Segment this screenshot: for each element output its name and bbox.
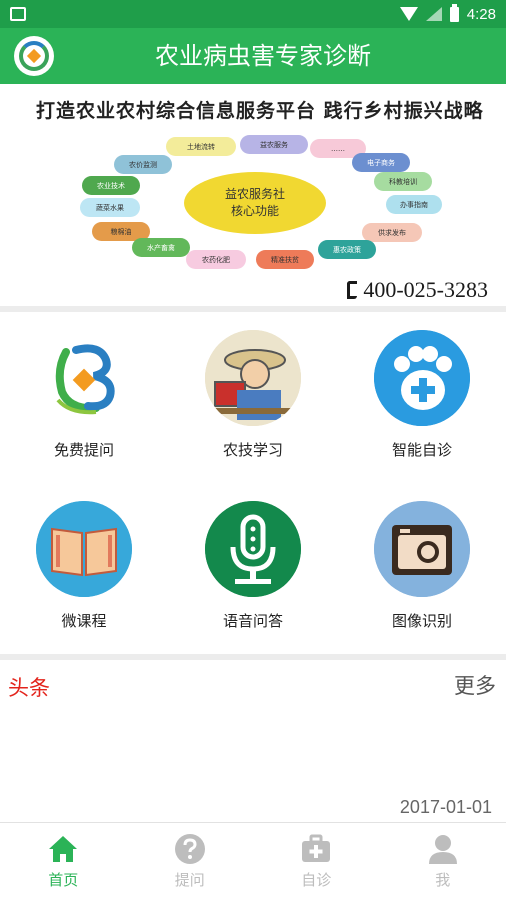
- service-pill: 惠农政策: [318, 240, 376, 259]
- grid-label: 图像识别: [391, 612, 452, 630]
- news-date: 2017-01-01: [399, 797, 492, 817]
- service-pill: 精准扶贫: [256, 250, 314, 269]
- tab-label: 我: [435, 871, 451, 889]
- tab-label: 提问: [174, 871, 205, 889]
- signal-icon: [425, 7, 442, 21]
- book-icon: [36, 501, 132, 597]
- news-section-title: 头条: [8, 676, 50, 700]
- hotline: 400-025-3283: [347, 277, 488, 303]
- tab-question[interactable]: 提问: [127, 823, 254, 900]
- microphone-icon: [205, 501, 301, 597]
- paw-plus-icon: [374, 330, 470, 426]
- farmer-icon: [205, 330, 301, 426]
- app-title: 农业病虫害专家诊断: [155, 42, 371, 70]
- tab-label: 自诊: [301, 871, 332, 889]
- image-notification-icon: [10, 7, 26, 21]
- camera-icon: [374, 501, 470, 597]
- grid-item-voice-qa[interactable]: 语音问答: [169, 483, 337, 654]
- grid-item-farm-learning[interactable]: 农技学习: [169, 312, 337, 483]
- service-pill: 科教培训: [374, 172, 432, 191]
- bottom-tab-bar: 首页 提问 自诊 我: [0, 822, 506, 900]
- app-logo-icon: [36, 330, 132, 426]
- grid-item-image-recognition[interactable]: 图像识别: [338, 483, 506, 654]
- grid-item-free-question[interactable]: 免费提问: [0, 312, 168, 483]
- app-bar: 农业病虫害专家诊断: [0, 28, 506, 84]
- tab-home[interactable]: 首页: [0, 823, 127, 900]
- grid-label: 语音问答: [222, 612, 283, 630]
- grid-label: 免费提问: [53, 441, 114, 459]
- tab-self-diagnosis[interactable]: 自诊: [253, 823, 380, 900]
- service-pill: 供求发布: [362, 223, 422, 242]
- service-pill: 水产畜禽: [132, 238, 190, 257]
- phone-icon: [347, 281, 358, 299]
- question-icon: [174, 833, 206, 865]
- status-bar: 4:28: [0, 0, 506, 28]
- news-more-link[interactable]: 更多: [454, 670, 496, 700]
- status-time: 4:28: [466, 5, 496, 23]
- service-pill: 农价监测: [114, 155, 172, 174]
- grid-item-self-diagnosis[interactable]: 智能自诊: [338, 312, 506, 483]
- banner-slogan: 打造农业农村综合信息服务平台 践行乡村振兴战略: [36, 100, 484, 122]
- hotline-number: 400-025-3283: [363, 277, 488, 302]
- grid-item-micro-course[interactable]: 微课程: [0, 483, 168, 654]
- service-pill: 土地流转: [166, 137, 236, 156]
- service-pill: 农业技术: [82, 176, 140, 195]
- service-pill: 电子商务: [352, 153, 410, 172]
- grid-label: 农技学习: [222, 441, 283, 459]
- service-pill: 益农服务: [240, 135, 308, 154]
- function-grid: 免费提问 农技学习 智能自诊 微课程 语音问答 图像识别: [0, 312, 506, 654]
- banner-core: 益农服务社 核心功能: [184, 172, 326, 234]
- battery-icon: [449, 3, 459, 22]
- service-pill: 蔬菜水果: [80, 198, 140, 217]
- tab-me[interactable]: 我: [380, 823, 506, 900]
- home-icon: [47, 833, 79, 865]
- tab-label: 首页: [48, 871, 79, 889]
- banner[interactable]: 打造农业农村综合信息服务平台 践行乡村振兴战略 土地流转 益农服务 …… 电子商…: [0, 84, 506, 306]
- person-icon: [427, 833, 459, 865]
- news-header: 头条 更多: [0, 660, 506, 710]
- grid-label: 智能自诊: [391, 441, 452, 459]
- wifi-icon: [399, 7, 418, 21]
- grid-label: 微课程: [61, 612, 107, 630]
- service-pill: 办事指南: [386, 195, 442, 214]
- medkit-icon: [300, 833, 332, 865]
- service-pill: 农药化肥: [186, 250, 246, 269]
